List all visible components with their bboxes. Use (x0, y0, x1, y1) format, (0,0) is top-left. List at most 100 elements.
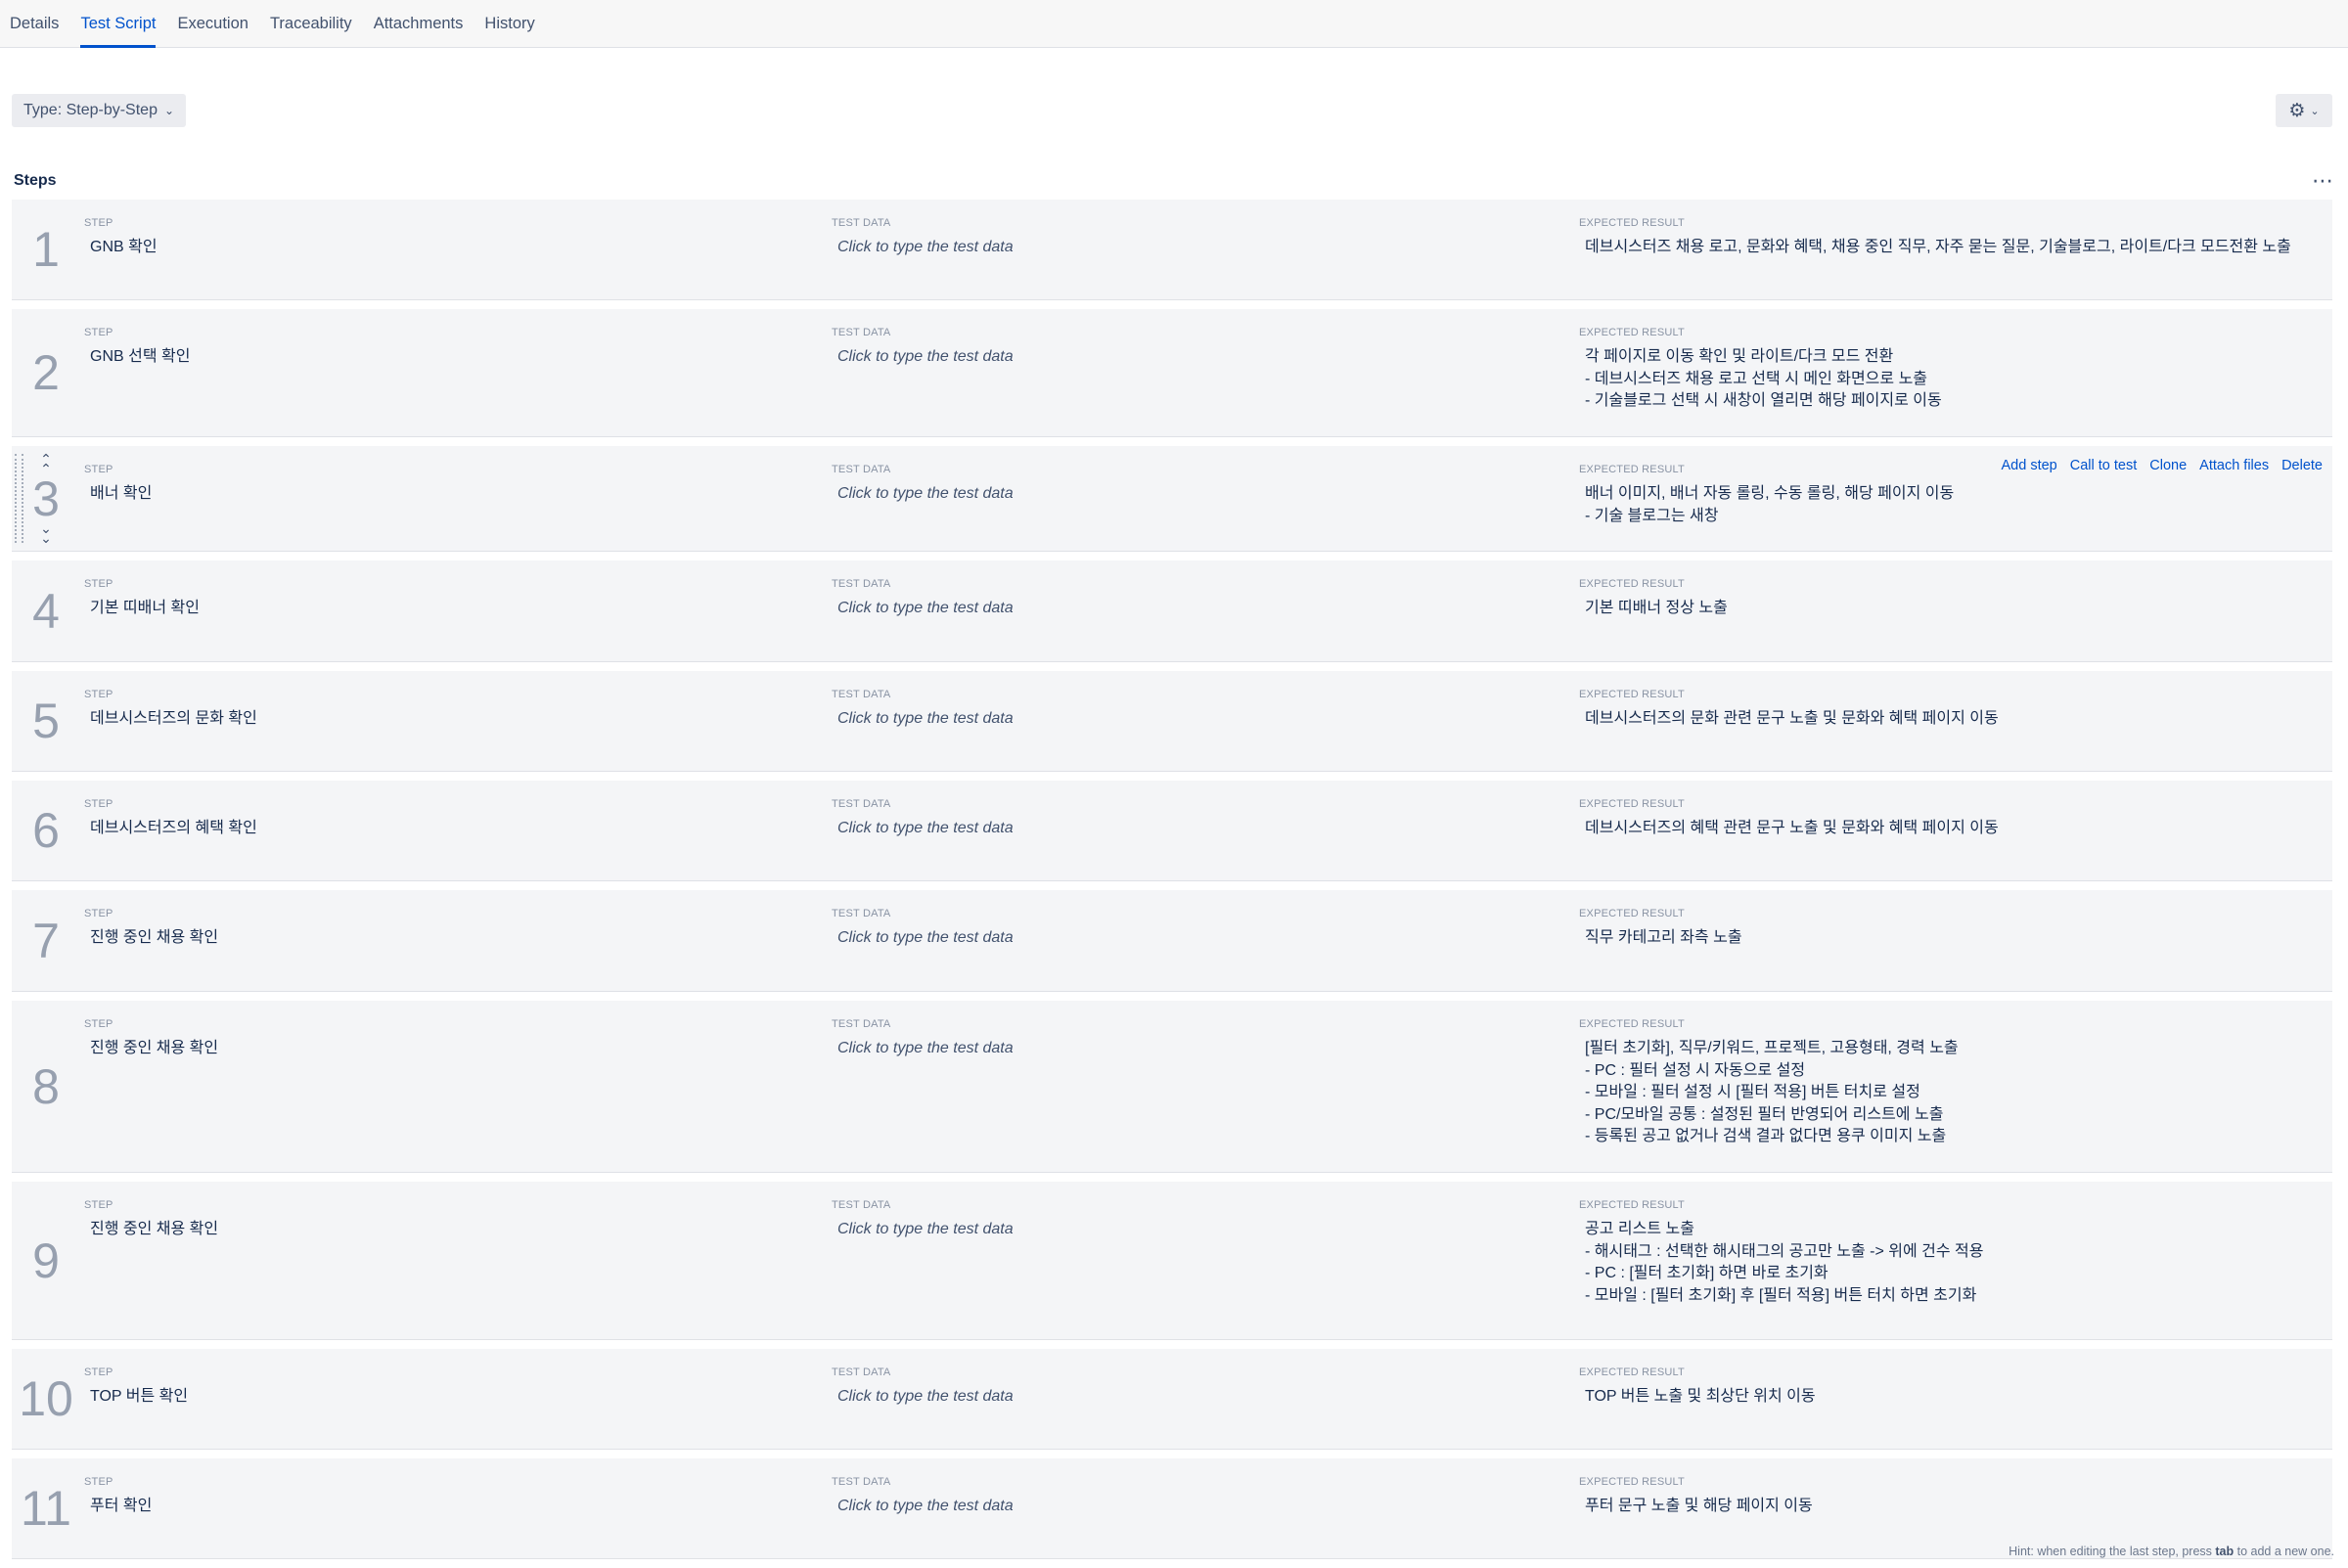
step-column-label: STEP (84, 217, 113, 229)
step-row[interactable]: 11 STEP 푸터 확인 TEST DATA Click to type th… (12, 1458, 2332, 1559)
test-data-column-label: TEST DATA (832, 908, 891, 919)
test-data-column: TEST DATA Click to type the test data (832, 908, 1556, 950)
step-column-label: STEP (84, 1366, 113, 1378)
step-description[interactable]: 푸터 확인 (84, 1496, 808, 1518)
call-to-test-link[interactable]: Call to test (2070, 458, 2138, 473)
step-description[interactable]: 진행 중인 채용 확인 (84, 1038, 808, 1060)
add-step-link[interactable]: Add step (2002, 458, 2057, 473)
test-data-field[interactable]: Click to type the test data (832, 708, 1556, 731)
test-data-column: TEST DATA Click to type the test data (832, 798, 1556, 840)
step-number: 2 (32, 345, 60, 400)
test-data-field[interactable]: Click to type the test data (832, 598, 1556, 620)
script-type-select[interactable]: Type: Step-by-Step ⌄ (12, 94, 187, 127)
expected-result-column: EXPECTED RESULT 직무 카테고리 좌측 노출 (1579, 908, 2332, 950)
tab-test-script[interactable]: Test Script (80, 0, 157, 48)
expected-result-text[interactable]: 직무 카테고리 좌측 노출 (1579, 927, 2332, 950)
step-row[interactable]: 4 STEP 기본 띠배너 확인 TEST DATA Click to type… (12, 560, 2332, 662)
hint-after: to add a new one. (2234, 1545, 2334, 1558)
tab-traceability[interactable]: Traceability (270, 0, 352, 47)
step-number: 8 (32, 1058, 60, 1114)
step-row[interactable]: 1 STEP GNB 확인 TEST DATA Click to type th… (12, 200, 2332, 300)
tab-history[interactable]: History (484, 0, 534, 47)
hint-before: Hint: when editing the last step, press (2009, 1545, 2216, 1558)
step-description[interactable]: GNB 확인 (84, 237, 808, 259)
step-row[interactable]: 6 STEP 데브시스터즈의 혜택 확인 TEST DATA Click to … (12, 781, 2332, 881)
gear-icon: ⚙ (2288, 100, 2306, 121)
expected-result-column-label: EXPECTED RESULT (1579, 217, 1685, 229)
test-data-field[interactable]: Click to type the test data (832, 483, 1556, 506)
step-row[interactable]: ⌃ ⌃ ⌄ ⌄ 3 STEP 배너 확인 TEST DATA Click to type… (12, 446, 2332, 552)
expected-result-text[interactable]: 데브시스터즈의 혜택 관련 문구 노출 및 문화와 혜택 페이지 이동 (1579, 818, 2332, 840)
expected-result-column: EXPECTED RESULT 데브시스터즈의 혜택 관련 문구 노출 및 문화… (1579, 798, 2332, 840)
step-description[interactable]: 데브시스터즈의 문화 확인 (84, 708, 808, 731)
step-description[interactable]: 기본 띠배너 확인 (84, 598, 808, 620)
test-data-column: TEST DATA Click to type the test data (832, 327, 1556, 369)
test-data-column-label: TEST DATA (832, 1018, 891, 1030)
test-data-field[interactable]: Click to type the test data (832, 1496, 1556, 1518)
expected-result-text[interactable]: 배너 이미지, 배너 자동 롤링, 수동 롤링, 해당 페이지 이동 - 기술 … (1579, 483, 2332, 527)
step-description[interactable]: GNB 선택 확인 (84, 346, 808, 369)
expected-result-text[interactable]: 데브시스터즈 채용 로고, 문화와 혜택, 채용 중인 직무, 자주 묻는 질문… (1579, 237, 2332, 259)
test-data-field[interactable]: Click to type the test data (832, 927, 1556, 950)
step-description[interactable]: 진행 중인 채용 확인 (84, 1219, 808, 1241)
test-data-column: TEST DATA Click to type the test data (832, 578, 1556, 620)
step-column: STEP 푸터 확인 (84, 1476, 808, 1518)
expected-result-text[interactable]: 푸터 문구 노출 및 해당 페이지 이동 (1579, 1496, 2332, 1518)
expected-result-column-label: EXPECTED RESULT (1579, 1018, 1685, 1030)
test-data-field[interactable]: Click to type the test data (832, 346, 1556, 369)
expected-result-column: EXPECTED RESULT 데브시스터즈의 문화 관련 문구 노출 및 문화… (1579, 689, 2332, 731)
expected-result-text[interactable]: 공고 리스트 노출 - 해시태그 : 선택한 해시태그의 공고만 노출 -> 위… (1579, 1219, 2332, 1307)
step-column: STEP TOP 버튼 확인 (84, 1366, 808, 1409)
step-row[interactable]: 8 STEP 진행 중인 채용 확인 TEST DATA Click to ty… (12, 1001, 2332, 1173)
step-row[interactable]: 9 STEP 진행 중인 채용 확인 TEST DATA Click to ty… (12, 1182, 2332, 1340)
tab-execution[interactable]: Execution (177, 0, 248, 47)
chevron-down-icon: ⌄ (163, 104, 175, 117)
test-data-field[interactable]: Click to type the test data (832, 818, 1556, 840)
step-row[interactable]: 10 STEP TOP 버튼 확인 TEST DATA Click to typ… (12, 1349, 2332, 1450)
row-actions: Add step Call to test Clone Attach files… (2002, 458, 2323, 473)
test-data-column-label: TEST DATA (832, 1366, 891, 1378)
expected-result-text[interactable]: 기본 띠배너 정상 노출 (1579, 598, 2332, 620)
tab-attachments[interactable]: Attachments (374, 0, 464, 47)
expected-result-text[interactable]: [필터 초기화], 직무/키워드, 프로젝트, 고용형태, 경력 노출 - PC… (1579, 1038, 2332, 1148)
step-number: 6 (32, 803, 60, 858)
expected-result-column-label: EXPECTED RESULT (1579, 908, 1685, 919)
step-column: STEP 데브시스터즈의 혜택 확인 (84, 798, 808, 840)
expected-result-column: EXPECTED RESULT TOP 버튼 노출 및 최상단 위치 이동 (1579, 1366, 2332, 1409)
step-column-label: STEP (84, 1018, 113, 1030)
step-description[interactable]: 데브시스터즈의 혜택 확인 (84, 818, 808, 840)
steps-header: Steps ⋯ (14, 170, 2334, 192)
step-column-label: STEP (84, 578, 113, 590)
clone-link[interactable]: Clone (2149, 458, 2187, 473)
step-column-label: STEP (84, 1476, 113, 1488)
test-data-column-label: TEST DATA (832, 327, 891, 338)
test-data-field[interactable]: Click to type the test data (832, 1386, 1556, 1409)
step-description[interactable]: TOP 버튼 확인 (84, 1386, 808, 1409)
script-type-label: Type: Step-by-Step (23, 102, 158, 118)
test-data-column-label: TEST DATA (832, 578, 891, 590)
attach-files-link[interactable]: Attach files (2199, 458, 2269, 473)
step-row[interactable]: 7 STEP 진행 중인 채용 확인 TEST DATA Click to ty… (12, 890, 2332, 992)
expected-result-text[interactable]: 각 페이지로 이동 확인 및 라이트/다크 모드 전환 - 데브시스터즈 채용 … (1579, 346, 2332, 413)
expected-result-text[interactable]: 데브시스터즈의 문화 관련 문구 노출 및 문화와 혜택 페이지 이동 (1579, 708, 2332, 731)
test-data-field[interactable]: Click to type the test data (832, 1219, 1556, 1241)
tab-details[interactable]: Details (10, 0, 59, 47)
test-data-column-label: TEST DATA (832, 464, 891, 475)
test-data-column: TEST DATA Click to type the test data (832, 1476, 1556, 1518)
delete-link[interactable]: Delete (2281, 458, 2323, 473)
test-data-field[interactable]: Click to type the test data (832, 237, 1556, 259)
step-column: STEP 진행 중인 채용 확인 (84, 1018, 808, 1060)
step-description[interactable]: 배너 확인 (84, 483, 808, 506)
expected-result-column-label: EXPECTED RESULT (1579, 689, 1685, 700)
step-row[interactable]: 5 STEP 데브시스터즈의 문화 확인 TEST DATA Click to … (12, 671, 2332, 772)
tab-bar: Details Test Script Execution Traceabili… (0, 0, 2348, 48)
step-row[interactable]: 2 STEP GNB 선택 확인 TEST DATA Click to type… (12, 309, 2332, 437)
expected-result-column: EXPECTED RESULT 공고 리스트 노출 - 해시태그 : 선택한 해… (1579, 1199, 2332, 1307)
test-data-field[interactable]: Click to type the test data (832, 1038, 1556, 1060)
settings-button[interactable]: ⚙ ⌄ (2276, 94, 2332, 127)
step-column: STEP 데브시스터즈의 문화 확인 (84, 689, 808, 731)
expected-result-text[interactable]: TOP 버튼 노출 및 최상단 위치 이동 (1579, 1386, 2332, 1409)
step-description[interactable]: 진행 중인 채용 확인 (84, 927, 808, 950)
expected-result-column: EXPECTED RESULT 데브시스터즈 채용 로고, 문화와 혜택, 채용… (1579, 217, 2332, 259)
more-icon[interactable]: ⋯ (2312, 170, 2334, 192)
